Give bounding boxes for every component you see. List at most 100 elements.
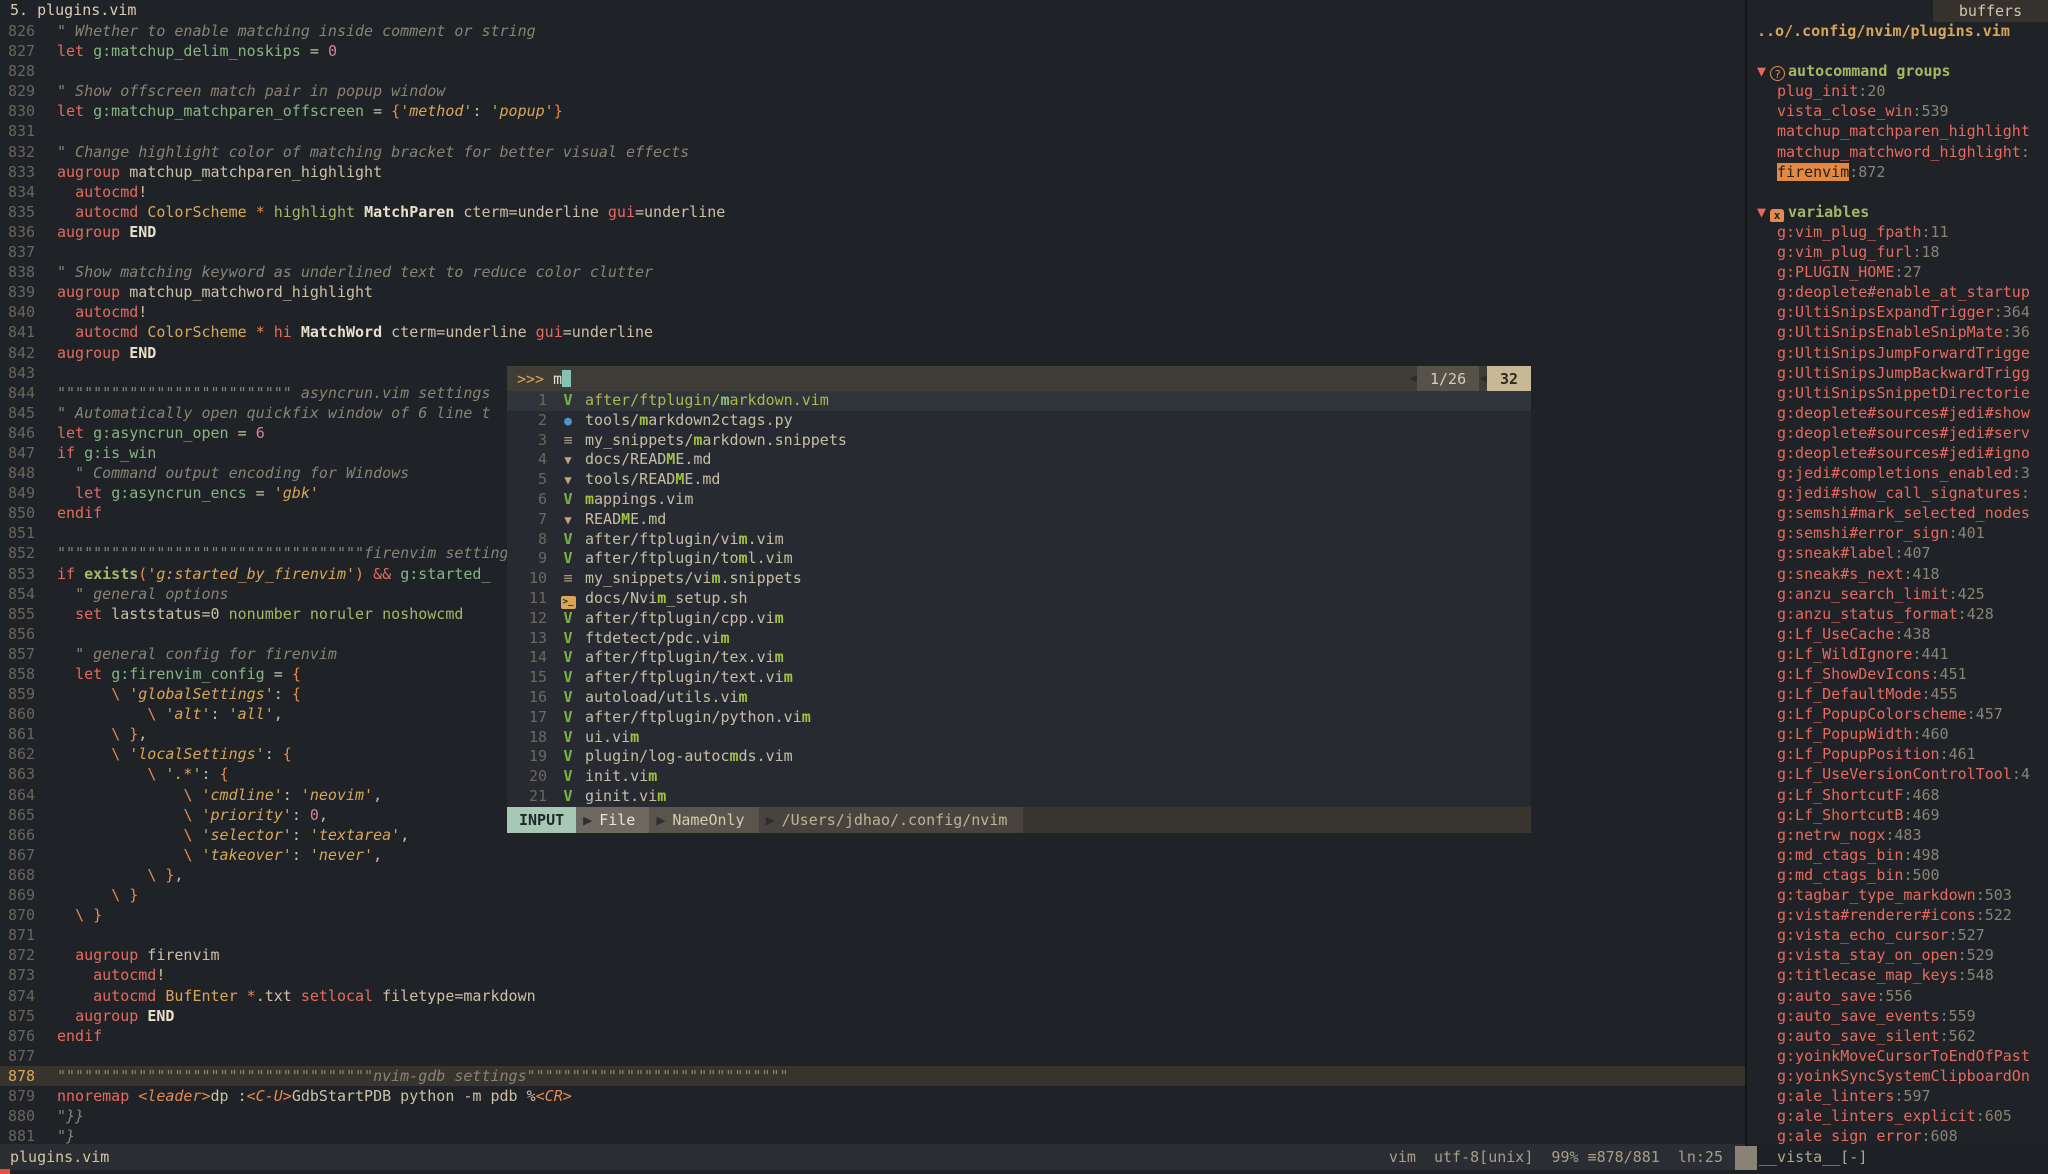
- sidebar-tag-item[interactable]: g:netrw_nogx:483: [1747, 825, 2048, 845]
- file-list-item[interactable]: 9Vafter/ftplugin/toml.vim: [507, 549, 1531, 569]
- sidebar-tag-item[interactable]: g:deoplete#sources#jedi#show: [1747, 403, 2048, 423]
- file-list-item[interactable]: 21Vginit.vim: [507, 787, 1531, 807]
- sidebar-tag-item[interactable]: g:UltiSnipsJumpBackwardTrigg: [1747, 363, 2048, 383]
- sidebar-tag-item[interactable]: vista_close_win:539: [1747, 101, 2048, 121]
- sidebar-tag-item[interactable]: g:Lf_WildIgnore:441: [1747, 644, 2048, 664]
- sidebar-tag-item[interactable]: g:vista#renderer#icons:522: [1747, 905, 2048, 925]
- sidebar-tag-item[interactable]: g:ale_linters_explicit:605: [1747, 1106, 2048, 1126]
- code-line[interactable]: 876endif: [0, 1026, 1745, 1046]
- file-list-item[interactable]: 20Vinit.vim: [507, 767, 1531, 787]
- file-list-item[interactable]: 18Vui.vim: [507, 728, 1531, 748]
- code-line[interactable]: 879nnoremap <leader>dp :<C-U>GdbStartPDB…: [0, 1086, 1745, 1106]
- code-line[interactable]: 838" Show matching keyword as underlined…: [0, 262, 1745, 282]
- sidebar-tag-item[interactable]: g:tagbar_type_markdown:503: [1747, 885, 2048, 905]
- sidebar-tag-item[interactable]: g:UltiSnipsEnableSnipMate:36: [1747, 322, 2048, 342]
- sidebar-tag-item[interactable]: g:yoinkSyncSystemClipboardOn: [1747, 1066, 2048, 1086]
- sidebar-tag-item[interactable]: g:md_ctags_bin:498: [1747, 845, 2048, 865]
- sidebar-tag-item[interactable]: g:ale_sign_error:608: [1747, 1126, 2048, 1144]
- code-line[interactable]: 867 \ 'takeover': 'never',: [0, 845, 1745, 865]
- sidebar-tag-item[interactable]: g:deoplete#sources#jedi#serv: [1747, 423, 2048, 443]
- code-line[interactable]: 880"}}: [0, 1106, 1745, 1126]
- sidebar-tag-item[interactable]: matchup_matchparen_highlight: [1747, 121, 2048, 141]
- file-list-item[interactable]: 3≡my_snippets/markdown.snippets: [507, 431, 1531, 451]
- code-line[interactable]: 875 augroup END: [0, 1006, 1745, 1026]
- code-line[interactable]: 877: [0, 1046, 1745, 1066]
- sidebar-tag-item[interactable]: g:UltiSnipsExpandTrigger:364: [1747, 302, 2048, 322]
- sidebar-tag-item[interactable]: g:sneak#label:407: [1747, 543, 2048, 563]
- code-line[interactable]: 831: [0, 121, 1745, 141]
- sidebar-tag-item[interactable]: g:yoinkMoveCursorToEndOfPast: [1747, 1046, 2048, 1066]
- code-line[interactable]: 834 autocmd!: [0, 182, 1745, 202]
- file-list-item[interactable]: 12Vafter/ftplugin/cpp.vim: [507, 609, 1531, 629]
- file-list-item[interactable]: 7▼README.md: [507, 510, 1531, 530]
- sidebar-tag-item[interactable]: g:vim_plug_fpath:11: [1747, 222, 2048, 242]
- file-list-item[interactable]: 2●tools/markdown2ctags.py: [507, 411, 1531, 431]
- sidebar-tag-item[interactable]: matchup_matchword_highlight:: [1747, 142, 2048, 162]
- code-line[interactable]: 832" Change highlight color of matching …: [0, 142, 1745, 162]
- sidebar-tag-item[interactable]: g:Lf_PopupWidth:460: [1747, 724, 2048, 744]
- sidebar-tag-item[interactable]: g:UltiSnipsJumpForwardTrigge: [1747, 343, 2048, 363]
- code-line[interactable]: 872 augroup firenvim: [0, 945, 1745, 965]
- file-list-item[interactable]: 8Vafter/ftplugin/vim.vim: [507, 530, 1531, 550]
- code-line[interactable]: 830let g:matchup_matchparen_offscreen = …: [0, 101, 1745, 121]
- sidebar-tag-item[interactable]: g:vim_plug_furl:18: [1747, 242, 2048, 262]
- sidebar-tag-item[interactable]: g:Lf_DefaultMode:455: [1747, 684, 2048, 704]
- sidebar-tag-item[interactable]: g:auto_save:556: [1747, 986, 2048, 1006]
- sidebar-tag-item[interactable]: g:auto_save_events:559: [1747, 1006, 2048, 1026]
- file-list-item[interactable]: 5▼tools/README.md: [507, 470, 1531, 490]
- sidebar-tag-item[interactable]: firenvim:872: [1747, 162, 2048, 182]
- sidebar-tag-item[interactable]: g:deoplete#sources#jedi#igno: [1747, 443, 2048, 463]
- sidebar-tag-item[interactable]: g:anzu_status_format:428: [1747, 604, 2048, 624]
- scrollbar-thumb[interactable]: [1735, 1146, 1757, 1170]
- code-line[interactable]: 842augroup END: [0, 343, 1745, 363]
- code-line[interactable]: 881"}: [0, 1126, 1745, 1144]
- sidebar-tag-item[interactable]: g:Lf_ShowDevIcons:451: [1747, 664, 2048, 684]
- sidebar-tag-item[interactable]: g:titlecase_map_keys:548: [1747, 965, 2048, 985]
- sidebar-tag-item[interactable]: g:jedi#completions_enabled:3: [1747, 463, 2048, 483]
- code-line[interactable]: 869 \ }: [0, 885, 1745, 905]
- sidebar-tag-item[interactable]: g:sneak#s_next:418: [1747, 564, 2048, 584]
- code-line[interactable]: 840 autocmd!: [0, 302, 1745, 322]
- code-line[interactable]: 841 autocmd ColorScheme * hi MatchWord c…: [0, 322, 1745, 342]
- code-line[interactable]: 826" Whether to enable matching inside c…: [0, 21, 1745, 41]
- sidebar-tag-item[interactable]: g:vista_echo_cursor:527: [1747, 925, 2048, 945]
- sidebar-tag-item[interactable]: g:Lf_UseVersionControlTool:4: [1747, 764, 2048, 784]
- code-line[interactable]: 835 autocmd ColorScheme * highlight Matc…: [0, 202, 1745, 222]
- code-line[interactable]: 870 \ }: [0, 905, 1745, 925]
- sidebar-tag-item[interactable]: g:Lf_PopupColorscheme:457: [1747, 704, 2048, 724]
- code-line[interactable]: 868 \ },: [0, 865, 1745, 885]
- sidebar-tag-item[interactable]: g:Lf_ShortcutF:468: [1747, 785, 2048, 805]
- sidebar-tag-item[interactable]: g:Lf_ShortcutB:469: [1747, 805, 2048, 825]
- sidebar-tag-item[interactable]: g:semshi#error_sign:401: [1747, 523, 2048, 543]
- buffers-tab[interactable]: buffers: [1933, 0, 2048, 22]
- code-line[interactable]: 878"""""""""""""""""""""""""""""""""""nv…: [0, 1066, 1745, 1086]
- file-list-item[interactable]: 4▼docs/README.md: [507, 450, 1531, 470]
- sidebar-tag-item[interactable]: g:ale_linters:597: [1747, 1086, 2048, 1106]
- file-list-item[interactable]: 10≡my_snippets/vim.snippets: [507, 569, 1531, 589]
- code-line[interactable]: 874 autocmd BufEnter *.txt setlocal file…: [0, 986, 1745, 1006]
- sidebar-tag-item[interactable]: g:anzu_search_limit:425: [1747, 584, 2048, 604]
- sidebar-tag-item[interactable]: g:auto_save_silent:562: [1747, 1026, 2048, 1046]
- file-list-item[interactable]: 11>_docs/Nvim_setup.sh: [507, 589, 1531, 609]
- sidebar-tag-item[interactable]: g:semshi#mark_selected_nodes: [1747, 503, 2048, 523]
- sidebar-tag-item[interactable]: g:PLUGIN_HOME:27: [1747, 262, 2048, 282]
- file-list-item[interactable]: 14Vafter/ftplugin/tex.vim: [507, 648, 1531, 668]
- sidebar-tag-item[interactable]: g:md_ctags_bin:500: [1747, 865, 2048, 885]
- code-line[interactable]: 833augroup matchup_matchparen_highlight: [0, 162, 1745, 182]
- file-list-item[interactable]: 1Vafter/ftplugin/markdown.vim: [507, 391, 1531, 411]
- file-list-item[interactable]: 6Vmappings.vim: [507, 490, 1531, 510]
- collapse-triangle-icon[interactable]: ▼: [1757, 62, 1766, 80]
- sidebar-tag-item[interactable]: g:deoplete#enable_at_startup: [1747, 282, 2048, 302]
- sidebar-tag-item[interactable]: g:jedi#show_call_signatures:: [1747, 483, 2048, 503]
- file-list-item[interactable]: 19Vplugin/log-autocmds.vim: [507, 747, 1531, 767]
- code-line[interactable]: 839augroup matchup_matchword_highlight: [0, 282, 1745, 302]
- file-list-item[interactable]: 17Vafter/ftplugin/python.vim: [507, 708, 1531, 728]
- file-list-item[interactable]: 15Vafter/ftplugin/text.vim: [507, 668, 1531, 688]
- sidebar-tag-item[interactable]: g:UltiSnipsSnippetDirectorie: [1747, 383, 2048, 403]
- code-line[interactable]: 836augroup END: [0, 222, 1745, 242]
- collapse-triangle-icon[interactable]: ▼: [1757, 203, 1766, 221]
- sidebar-tag-item[interactable]: g:Lf_UseCache:438: [1747, 624, 2048, 644]
- sidebar-tag-item[interactable]: plug_init:20: [1747, 81, 2048, 101]
- code-line[interactable]: 873 autocmd!: [0, 965, 1745, 985]
- code-line[interactable]: 837: [0, 242, 1745, 262]
